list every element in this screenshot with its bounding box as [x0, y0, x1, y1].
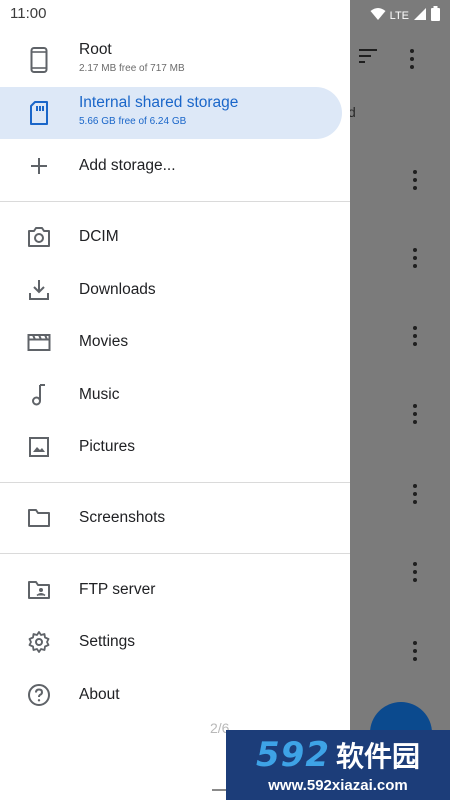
music-note-icon: [26, 382, 52, 408]
drawer-item-label: Music: [79, 386, 120, 403]
drawer-item-pictures[interactable]: Pictures: [0, 421, 350, 473]
watermark-url: www.592xiazai.com: [268, 777, 408, 794]
signal-icon: [413, 7, 427, 26]
drawer-item-screenshots[interactable]: Screenshots: [0, 492, 350, 544]
watermark-number: 592: [256, 735, 330, 775]
camera-icon: [26, 224, 52, 250]
drawer-item-label: FTP server: [79, 581, 156, 598]
drawer-item-downloads[interactable]: Downloads: [0, 264, 350, 316]
drawer-item-label: About: [79, 686, 120, 703]
storage-free-space: 2.17 MB free of 717 MB: [79, 63, 185, 74]
status-bar: 11:00 LTE: [0, 0, 450, 28]
row-menu-icon: [407, 404, 423, 424]
drawer-item-music[interactable]: Music: [0, 369, 350, 421]
drawer-divider: [0, 553, 350, 554]
sort-icon: [356, 44, 380, 73]
drawer-item-settings[interactable]: Settings: [0, 616, 350, 668]
drawer-item-dcim[interactable]: DCIM: [0, 211, 350, 263]
drawer-item-label: Movies: [79, 333, 129, 350]
drawer-item-label: Internal shared storage: [79, 94, 239, 111]
drawer-divider: [0, 201, 350, 202]
drawer-item-ftp-server[interactable]: FTP server: [0, 564, 350, 616]
drawer-item-label: Add storage...: [79, 157, 176, 174]
folder-shared-icon: [26, 577, 52, 603]
drawer-item-label: Settings: [79, 633, 136, 650]
drawer-item-label: Downloads: [79, 281, 156, 298]
overflow-menu-icon: [410, 48, 414, 69]
drawer-divider: [0, 482, 350, 483]
watermark: 592 软件园 www.592xiazai.com: [226, 730, 450, 800]
watermark-brand: 软件园: [335, 740, 420, 773]
drawer-item-about[interactable]: About: [0, 669, 350, 721]
drawer-item-add-storage[interactable]: Add storage...: [0, 140, 350, 192]
row-menu-icon: [407, 641, 423, 661]
plus-icon: [26, 153, 52, 179]
wifi-icon: [370, 7, 386, 26]
phone-icon: [26, 47, 52, 73]
drawer-item-label: Pictures: [79, 438, 135, 455]
sd-card-icon: [26, 100, 52, 126]
download-icon: [26, 277, 52, 303]
network-type: LTE: [389, 10, 409, 22]
status-time: 11:00: [10, 5, 47, 22]
drawer-item-label: Root: [79, 41, 112, 58]
drawer-item-root[interactable]: Root 2.17 MB free of 717 MB: [0, 34, 350, 86]
folder-icon: [26, 505, 52, 531]
image-icon: [26, 434, 52, 460]
help-icon: [26, 682, 52, 708]
background-toolbar: [356, 44, 414, 73]
gear-icon: [26, 629, 52, 655]
drawer-item-label: DCIM: [79, 228, 119, 245]
row-menu-icon: [407, 562, 423, 582]
movie-icon: [26, 329, 52, 355]
storage-free-space: 5.66 GB free of 6.24 GB: [79, 116, 187, 127]
navigation-drawer: Root 2.17 MB free of 717 MB Internal sha…: [0, 0, 350, 800]
row-menu-icon: [407, 484, 423, 504]
row-menu-icon: [407, 170, 423, 190]
drawer-item-internal-storage[interactable]: Internal shared storage 5.66 GB free of …: [0, 87, 342, 139]
drawer-item-label: Screenshots: [79, 509, 166, 526]
row-menu-icon: [407, 248, 423, 268]
row-menu-icon: [407, 326, 423, 346]
battery-icon: [431, 6, 440, 26]
drawer-item-movies[interactable]: Movies: [0, 316, 350, 368]
